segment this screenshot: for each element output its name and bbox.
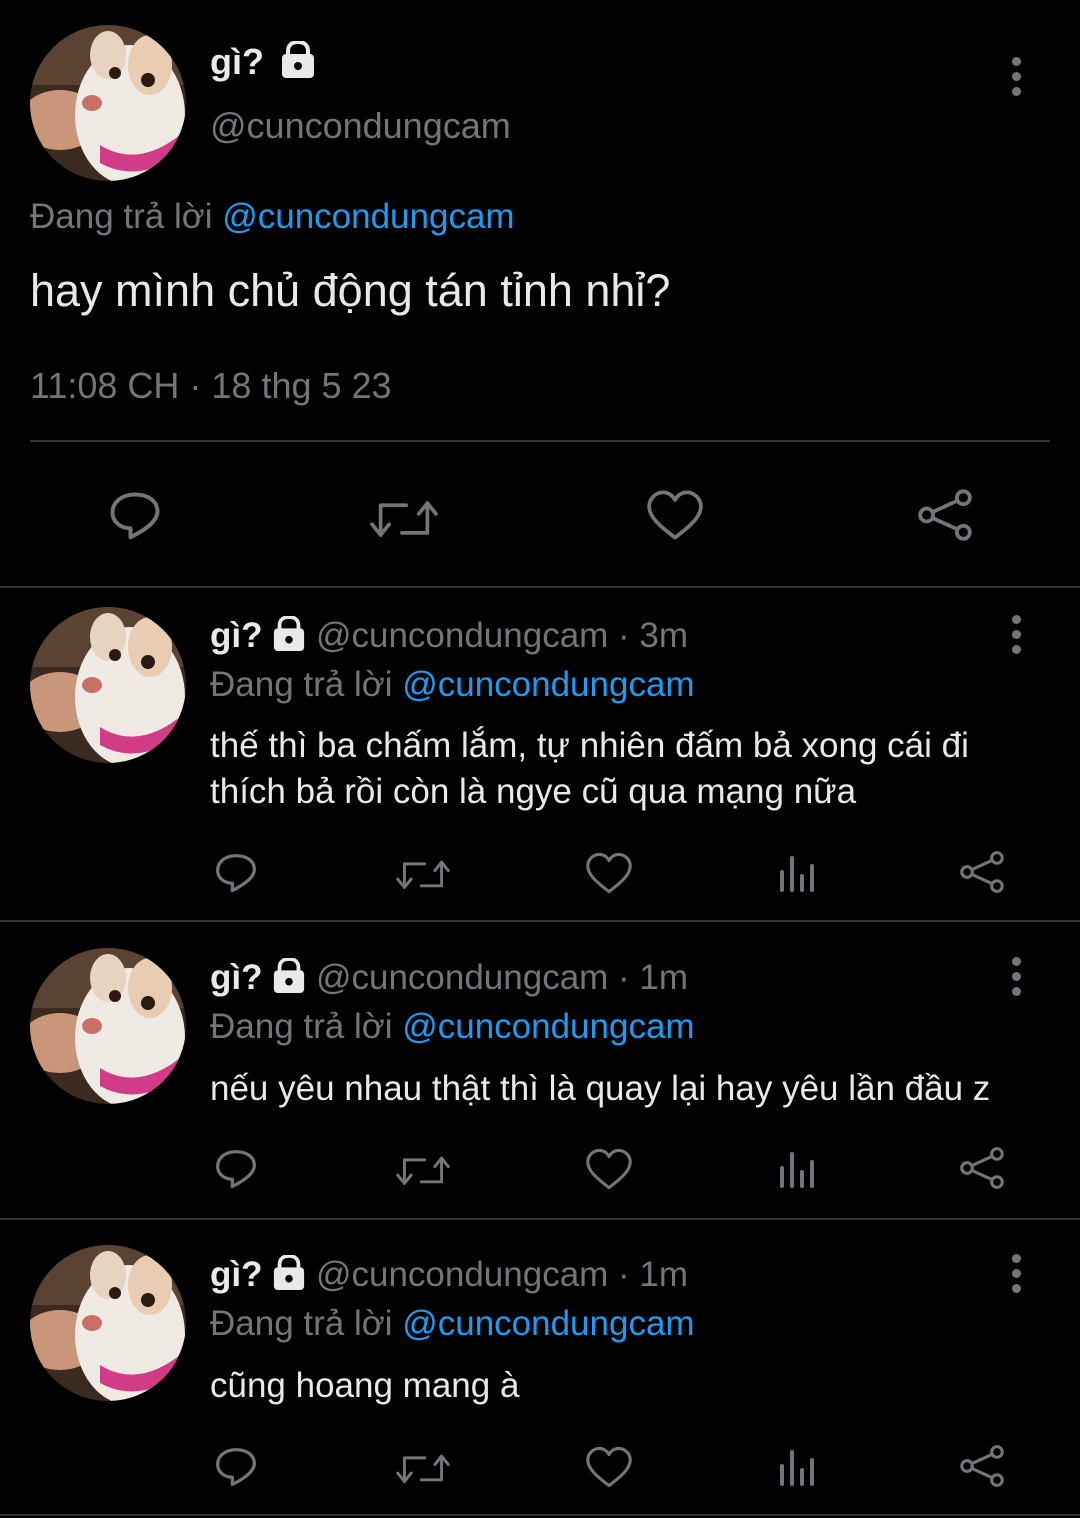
retweet-icon[interactable] xyxy=(396,1447,450,1489)
lock-icon xyxy=(272,957,307,994)
reply-icon[interactable] xyxy=(214,852,258,896)
section-divider xyxy=(0,1218,1080,1220)
tweet-timestamp: 11:08 CH · 18 thg 5 23 xyxy=(30,365,392,406)
lock-icon xyxy=(272,1254,307,1291)
replying-to-link[interactable]: @cuncondungcam xyxy=(402,1007,694,1046)
share-icon[interactable] xyxy=(960,850,1004,894)
views-icon[interactable] xyxy=(778,1446,816,1488)
reply-icon[interactable] xyxy=(214,1148,258,1192)
user-handle: @cuncondungcam xyxy=(210,105,511,146)
avatar[interactable] xyxy=(30,25,186,181)
like-icon[interactable] xyxy=(586,852,632,894)
replying-to-link[interactable]: @cuncondungcam xyxy=(222,197,514,236)
display-name-text: gì? xyxy=(210,958,263,997)
more-options-icon[interactable] xyxy=(1012,615,1024,660)
like-icon[interactable] xyxy=(586,1148,632,1190)
like-icon[interactable] xyxy=(586,1446,632,1488)
more-options-icon[interactable] xyxy=(1012,57,1024,102)
section-divider xyxy=(0,1514,1080,1516)
more-options-icon[interactable] xyxy=(1012,957,1024,1002)
replying-to: Đang trả lời @cuncondungcam xyxy=(30,195,515,239)
replying-to-link[interactable]: @cuncondungcam xyxy=(402,665,694,704)
display-name-text: gì? xyxy=(210,1255,263,1294)
share-icon[interactable] xyxy=(960,1444,1004,1488)
display-name-text: gì? xyxy=(210,41,264,82)
views-icon[interactable] xyxy=(778,1148,816,1190)
replying-to-label: Đang trả lời xyxy=(210,1304,393,1343)
replying-to: Đang trả lời @cuncondungcam xyxy=(210,1005,695,1049)
share-icon[interactable] xyxy=(960,1146,1004,1190)
lock-icon xyxy=(272,615,307,652)
reply-icon[interactable] xyxy=(214,1446,258,1490)
replying-to-label: Đang trả lời xyxy=(210,1007,393,1046)
section-divider xyxy=(0,586,1080,588)
reply-text-line-1: thế thì ba chấm lắm, tự nhiên đấm bả xon… xyxy=(210,726,969,765)
reply-text-line-1: cũng hoang mang à xyxy=(210,1366,520,1405)
replying-to-label: Đang trả lời xyxy=(210,665,393,704)
replying-to: Đang trả lời @cuncondungcam xyxy=(210,663,695,707)
like-icon[interactable] xyxy=(647,490,703,540)
replying-to-link[interactable]: @cuncondungcam xyxy=(402,1304,694,1343)
user-handle-time: @cuncondungcam · 1m xyxy=(315,958,689,997)
display-name: gì? xyxy=(210,40,316,84)
section-divider xyxy=(0,920,1080,922)
reply-header: gì? @cuncondungcam · 3m xyxy=(210,614,688,658)
more-options-icon[interactable] xyxy=(1012,1254,1024,1299)
avatar[interactable] xyxy=(30,1245,186,1401)
reply-icon[interactable] xyxy=(108,490,162,544)
views-icon[interactable] xyxy=(778,852,816,894)
reply-header: gì? @cuncondungcam · 1m xyxy=(210,956,688,1000)
lock-icon xyxy=(280,41,316,80)
reply-text-line-2: thích bả rồi còn là ngye cũ qua mạng nữa xyxy=(210,772,857,811)
retweet-icon[interactable] xyxy=(396,1149,450,1191)
retweet-icon[interactable] xyxy=(370,492,438,544)
replying-to: Đang trả lời @cuncondungcam xyxy=(210,1302,695,1346)
tweet-text: hay mình chủ động tán tỉnh nhỉ? xyxy=(30,265,671,316)
replying-to-label: Đang trả lời xyxy=(30,197,213,236)
avatar[interactable] xyxy=(30,607,186,763)
user-handle-time: @cuncondungcam · 1m xyxy=(315,1255,689,1294)
share-icon[interactable] xyxy=(918,488,972,542)
reply-text-line-1: nếu yêu nhau thật thì là quay lại hay yê… xyxy=(210,1069,991,1108)
reply-header: gì? @cuncondungcam · 1m xyxy=(210,1253,688,1297)
main-divider xyxy=(30,440,1050,442)
user-handle-time: @cuncondungcam · 3m xyxy=(315,616,689,655)
avatar[interactable] xyxy=(30,948,186,1104)
display-name-text: gì? xyxy=(210,616,263,655)
retweet-icon[interactable] xyxy=(396,853,450,895)
